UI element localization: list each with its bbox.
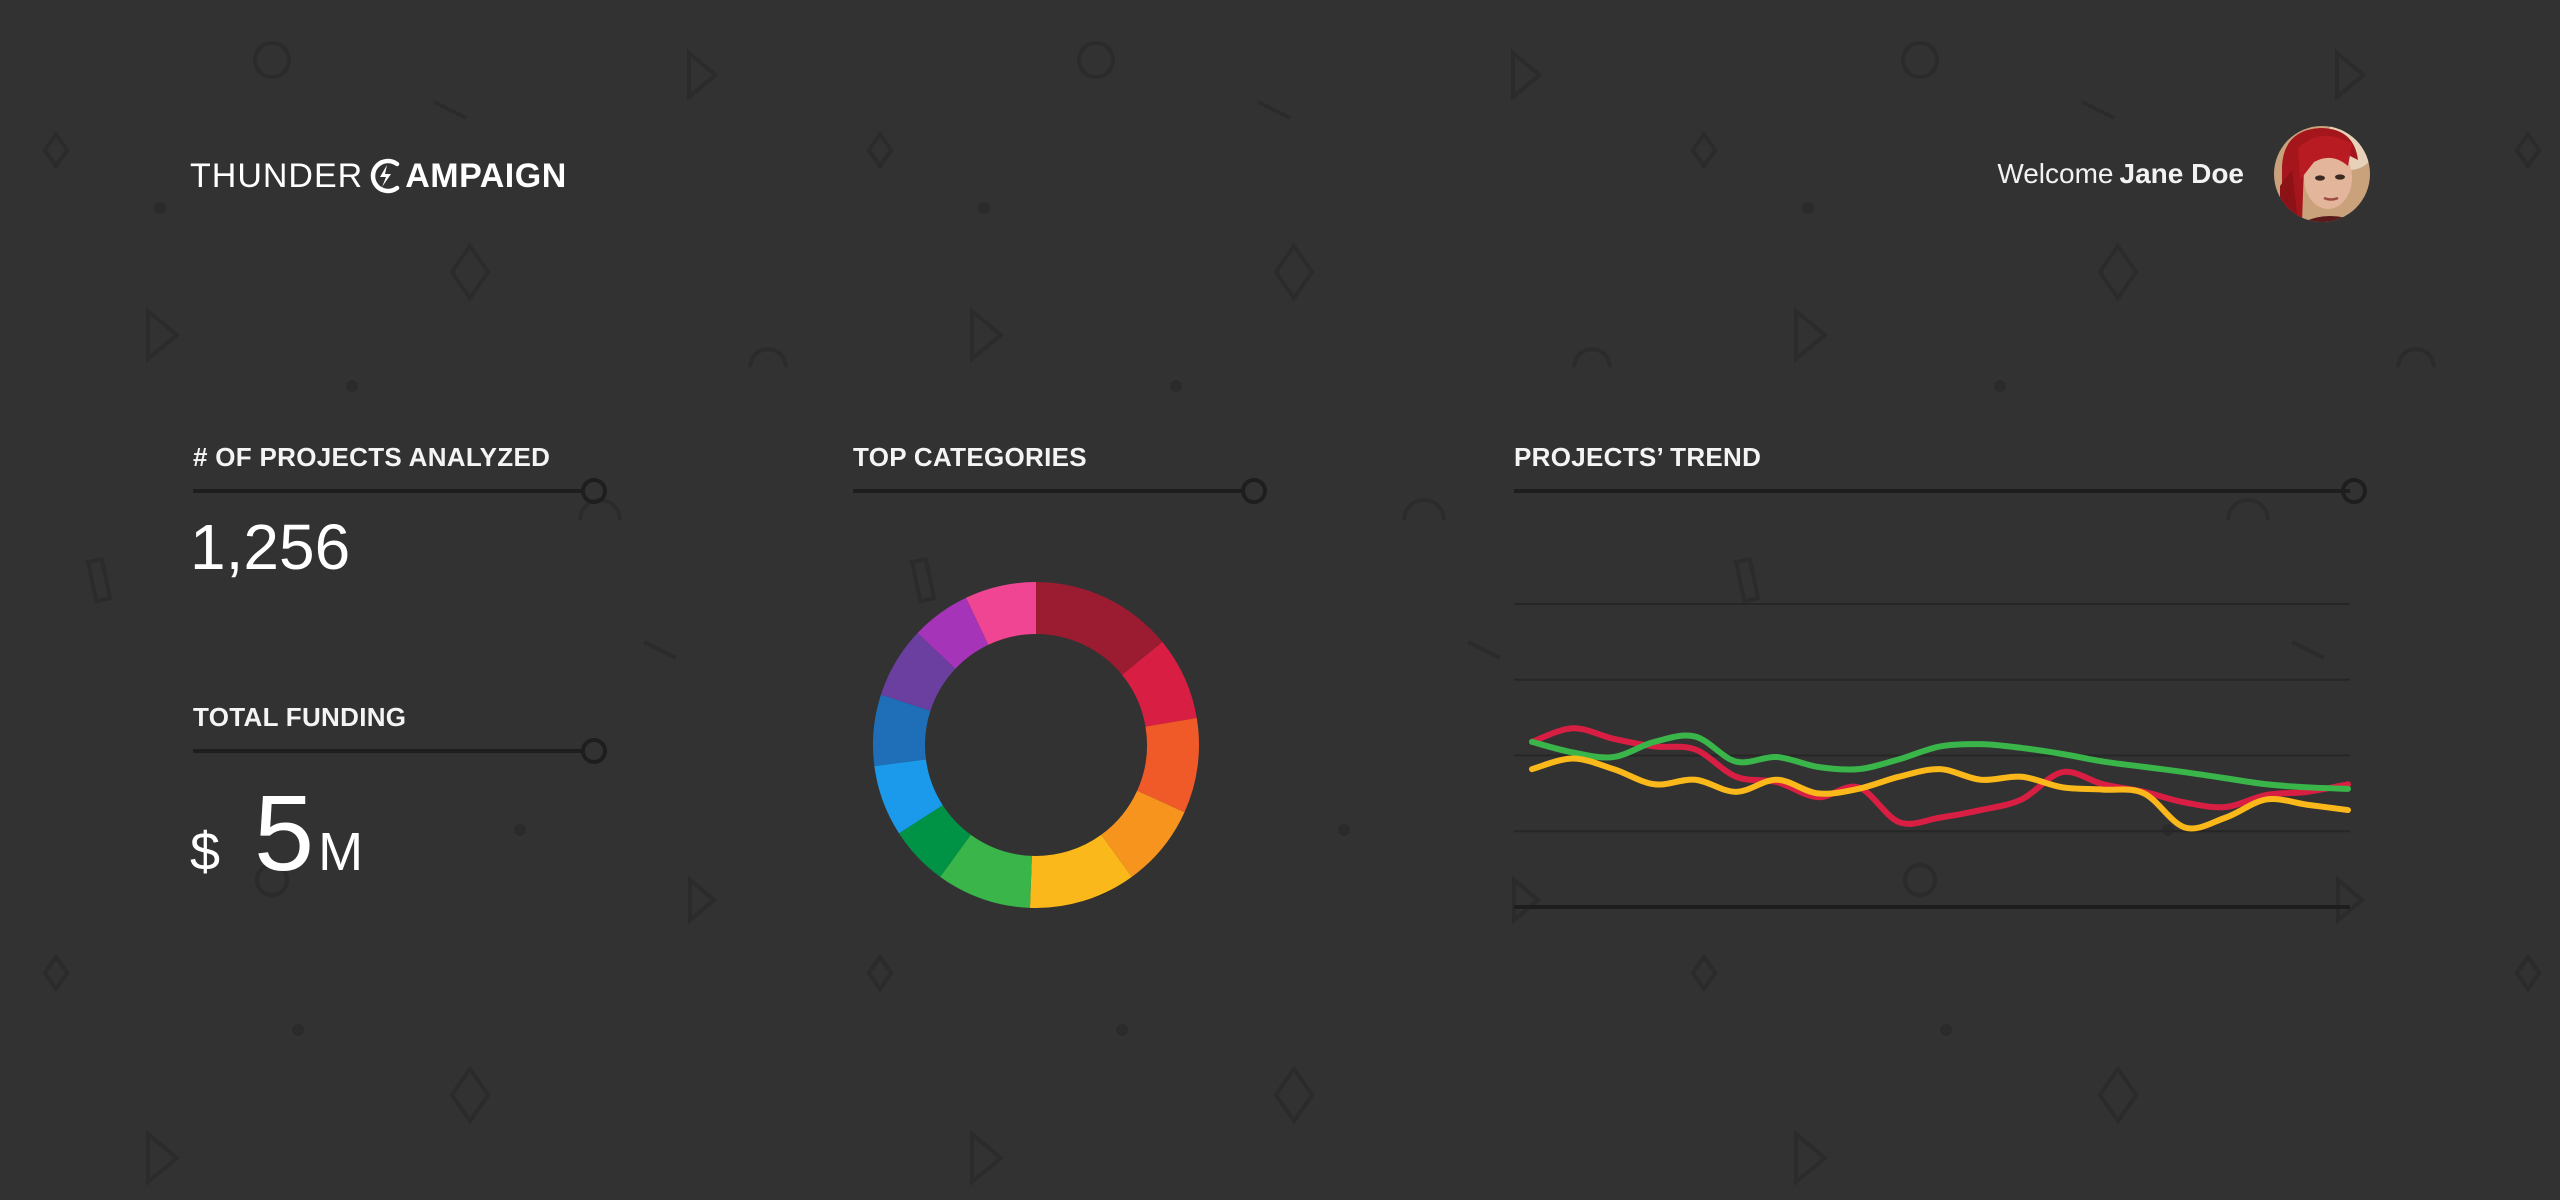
welcome-message: Welcome Jane Doe [1997,158,2244,190]
projects-analyzed-rule [193,489,585,493]
top-categories-rule [853,489,1245,493]
lightning-c-icon [371,158,400,194]
user-name: Jane Doe [2119,158,2245,189]
total-funding-rule [193,749,585,753]
total-funding-title: TOTAL FUNDING [193,702,407,732]
top-categories-title: TOP CATEGORIES [853,442,1087,472]
funding-amount: 5 [254,772,315,893]
projects-trend-line-chart [1514,603,2351,909]
projects-trend-title: PROJECTS’ TREND [1514,442,1762,472]
projects-analyzed-rule-knob [581,478,607,504]
funding-unit: M [318,822,364,882]
projects-trend-rule-knob [2341,478,2367,504]
top-categories-donut-chart [873,582,1199,908]
trend-series-line [1529,732,2351,792]
avatar[interactable] [2274,126,2370,222]
total-funding-value: $ 5 M [190,770,364,893]
logo-text-thunder: THUNDER [190,156,364,195]
projects-analyzed-value: 1,256 [190,511,351,583]
logo-text-campaign: AMPAIGN [405,156,567,195]
user-avatar-image [2274,126,2370,222]
welcome-prefix: Welcome [1997,158,2114,189]
user-menu[interactable]: Welcome Jane Doe [1997,126,2370,222]
thunder-campaign-logo[interactable]: THUNDER AMPAIGN [190,152,567,200]
projects-trend-rule [1514,489,2350,493]
projects-analyzed-title: # OF PROJECTS ANALYZED [193,442,551,472]
top-categories-rule-knob [1241,478,1267,504]
funding-currency: $ [190,822,221,882]
total-funding-rule-knob [581,738,607,764]
dashboard: THUNDER AMPAIGN Welcome Jane Doe # OF PR… [0,0,2560,1200]
